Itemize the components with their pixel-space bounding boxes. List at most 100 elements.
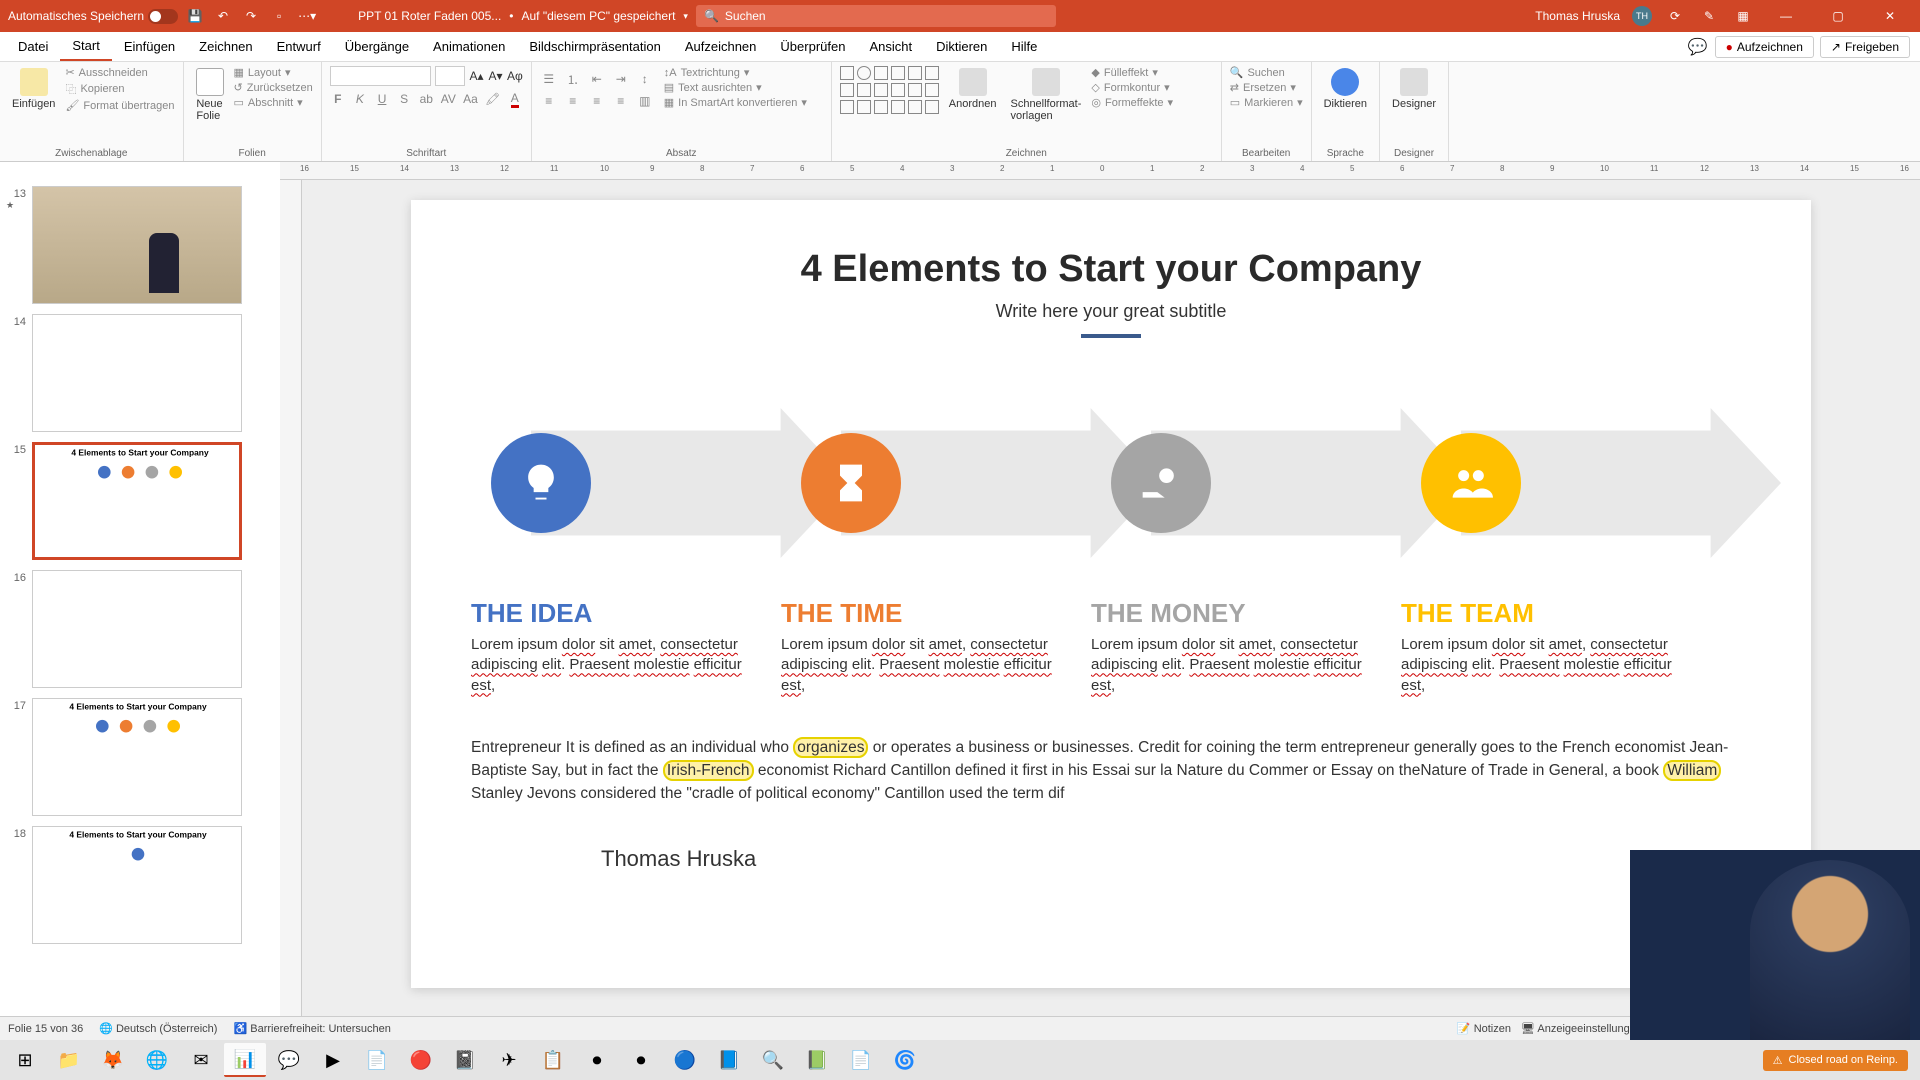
- shadow-icon[interactable]: ab: [418, 90, 434, 108]
- taskbar-app-5[interactable]: ⏺: [620, 1043, 662, 1077]
- columns-icon[interactable]: ▥: [636, 92, 654, 110]
- tab-animationen[interactable]: Animationen: [421, 33, 517, 60]
- pen-icon[interactable]: ✎: [1698, 5, 1720, 27]
- taskbar-onenote[interactable]: 📓: [444, 1043, 486, 1077]
- taskbar-telegram[interactable]: ✈: [488, 1043, 530, 1077]
- font-name-input[interactable]: [330, 66, 431, 86]
- outdent-icon[interactable]: ⇤: [588, 70, 606, 88]
- justify-icon[interactable]: ≡: [612, 92, 630, 110]
- slide-thumb-18[interactable]: 4 Elements to Start your Company: [32, 826, 242, 944]
- element-title-money[interactable]: THE MONEY: [1091, 598, 1381, 629]
- layout-button[interactable]: ▦ Layout ▾: [234, 66, 313, 79]
- numbering-icon[interactable]: ⒈: [564, 70, 582, 88]
- element-body-idea[interactable]: Lorem ipsum dolor sit amet, consectetur …: [471, 635, 761, 696]
- shape-fill-button[interactable]: ◆ Fülleffekt ▾: [1091, 66, 1173, 79]
- user-avatar[interactable]: TH: [1632, 6, 1652, 26]
- clear-format-icon[interactable]: Aφ: [507, 67, 523, 85]
- increase-font-icon[interactable]: A▴: [469, 67, 484, 85]
- minimize-button[interactable]: —: [1766, 0, 1806, 32]
- font-color-icon[interactable]: A: [507, 90, 523, 108]
- taskbar-vlc[interactable]: ▶: [312, 1043, 354, 1077]
- shapes-gallery[interactable]: [840, 66, 939, 114]
- taskbar-excel[interactable]: 📗: [796, 1043, 838, 1077]
- start-button[interactable]: ⊞: [4, 1043, 46, 1077]
- case-icon[interactable]: Aa: [462, 90, 478, 108]
- accessibility-check[interactable]: ♿ Barrierefreiheit: Untersuchen: [233, 1022, 390, 1035]
- undo-icon[interactable]: ↶: [212, 5, 234, 27]
- taskbar-app-7[interactable]: 🔍: [752, 1043, 794, 1077]
- tab-datei[interactable]: Datei: [6, 33, 60, 60]
- strike-icon[interactable]: S: [396, 90, 412, 108]
- element-title-team[interactable]: THE TEAM: [1401, 598, 1691, 629]
- tab-uebergaenge[interactable]: Übergänge: [333, 33, 421, 60]
- format-painter-button[interactable]: 🖌 Format übertragen: [65, 99, 174, 112]
- maximize-button[interactable]: ▢: [1818, 0, 1858, 32]
- taskbar-app-8[interactable]: 📄: [840, 1043, 882, 1077]
- text-direction-button[interactable]: ↕A Textrichtung ▾: [664, 66, 807, 79]
- taskbar-app-6[interactable]: 🔵: [664, 1043, 706, 1077]
- linespacing-icon[interactable]: ↕: [636, 70, 654, 88]
- smartart-button[interactable]: ▦ In SmartArt konvertieren ▾: [664, 96, 807, 109]
- taskbar-edge[interactable]: 🌀: [884, 1043, 926, 1077]
- element-title-idea[interactable]: THE IDEA: [471, 598, 761, 629]
- align-center-icon[interactable]: ≡: [564, 92, 582, 110]
- tab-hilfe[interactable]: Hilfe: [999, 33, 1049, 60]
- shape-outline-button[interactable]: ◇ Formkontur ▾: [1091, 81, 1173, 94]
- element-body-time[interactable]: Lorem ipsum dolor sit amet, consectetur …: [781, 635, 1071, 696]
- taskbar-outlook[interactable]: ✉: [180, 1043, 222, 1077]
- element-title-time[interactable]: THE TIME: [781, 598, 1071, 629]
- taskbar-app-4[interactable]: 📋: [532, 1043, 574, 1077]
- cut-button[interactable]: ✂ Ausschneiden: [65, 66, 174, 79]
- tab-ueberpruefen[interactable]: Überprüfen: [768, 33, 857, 60]
- tab-start[interactable]: Start: [60, 32, 111, 61]
- font-size-input[interactable]: [435, 66, 465, 86]
- tab-aufzeichnen[interactable]: Aufzeichnen: [673, 33, 769, 60]
- tab-ansicht[interactable]: Ansicht: [857, 33, 924, 60]
- align-left-icon[interactable]: ≡: [540, 92, 558, 110]
- element-body-team[interactable]: Lorem ipsum dolor sit amet, consectetur …: [1401, 635, 1691, 696]
- slide-thumb-14[interactable]: [32, 314, 242, 432]
- slide-thumb-17[interactable]: 4 Elements to Start your Company: [32, 698, 242, 816]
- slide-thumb-15[interactable]: 4 Elements to Start your Company: [32, 442, 242, 560]
- taskbar-app-3[interactable]: 🔴: [400, 1043, 442, 1077]
- slide-content[interactable]: 4 Elements to Start your Company Write h…: [411, 200, 1811, 988]
- slide-author[interactable]: Thomas Hruska: [471, 846, 1751, 872]
- save-icon[interactable]: 💾: [184, 5, 206, 27]
- align-right-icon[interactable]: ≡: [588, 92, 606, 110]
- user-name[interactable]: Thomas Hruska: [1535, 9, 1620, 23]
- italic-icon[interactable]: K: [352, 90, 368, 108]
- slide-thumbnails-panel[interactable]: 13★ 14 15 4 Elements to Start your Compa…: [0, 180, 280, 1016]
- traffic-notification[interactable]: ⚠ Closed road on Reinp.: [1763, 1050, 1908, 1071]
- share-button[interactable]: ↗Freigeben: [1820, 36, 1910, 58]
- search-box[interactable]: 🔍 Suchen: [696, 5, 1056, 27]
- slideshow-start-icon[interactable]: ▫: [268, 5, 290, 27]
- find-button[interactable]: 🔍 Suchen: [1230, 66, 1303, 79]
- comments-icon[interactable]: 💬: [1687, 36, 1709, 58]
- reset-button[interactable]: ↺ Zurücksetzen: [234, 81, 313, 94]
- slide-thumb-13[interactable]: [32, 186, 242, 304]
- quickformat-button[interactable]: Schnellformat- vorlagen: [1006, 66, 1085, 124]
- notes-toggle[interactable]: 📝 Notizen: [1457, 1022, 1511, 1035]
- tab-einfuegen[interactable]: Einfügen: [112, 33, 187, 60]
- qat-more-icon[interactable]: ⋯▾: [296, 5, 318, 27]
- taskbar-firefox[interactable]: 🦊: [92, 1043, 134, 1077]
- section-button[interactable]: ▭ Abschnitt ▾: [234, 96, 313, 109]
- taskbar-app-2[interactable]: 📄: [356, 1043, 398, 1077]
- align-text-button[interactable]: ▤ Text ausrichten ▾: [664, 81, 807, 94]
- select-button[interactable]: ▭ Markieren ▾: [1230, 96, 1303, 109]
- paste-button[interactable]: Einfügen: [8, 66, 59, 112]
- saved-location[interactable]: Auf "diesem PC" gespeichert: [521, 9, 675, 23]
- redo-icon[interactable]: ↷: [240, 5, 262, 27]
- indent-icon[interactable]: ⇥: [612, 70, 630, 88]
- bold-icon[interactable]: F: [330, 90, 346, 108]
- display-settings[interactable]: 🖥 Anzeigeeinstellungen: [1521, 1022, 1642, 1035]
- shape-effects-button[interactable]: ◎ Formeffekte ▾: [1091, 96, 1173, 109]
- idea-circle[interactable]: [491, 433, 591, 533]
- slide-thumb-16[interactable]: [32, 570, 242, 688]
- copy-button[interactable]: ⿻ Kopieren: [65, 81, 174, 97]
- sync-icon[interactable]: ⟳: [1664, 5, 1686, 27]
- slide-title[interactable]: 4 Elements to Start your Company: [471, 248, 1751, 291]
- time-circle[interactable]: [801, 433, 901, 533]
- replace-button[interactable]: ⇄ Ersetzen ▾: [1230, 81, 1303, 94]
- autosave-toggle[interactable]: Automatisches Speichern: [8, 9, 178, 24]
